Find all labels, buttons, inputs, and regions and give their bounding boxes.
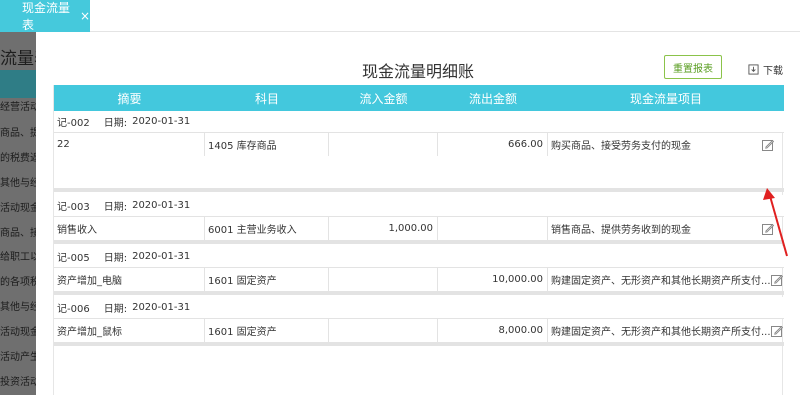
table-row: 资产增加_鼠标 1601 固定资产 8,000.00 购建固定资产、无形资产和其… (54, 318, 784, 342)
download-label: 下载 (763, 66, 783, 77)
edit-icon[interactable] (770, 325, 783, 337)
subject-cell: 1405 库存商品 (205, 133, 329, 156)
group-separator (54, 188, 784, 192)
column-header: 摘要 (117, 91, 142, 106)
cash-flow-detail-dialog: 现金流量明细账 重置报表 下载 摘要 科目 流入金额 流出金额 现金流量项目 记… (36, 32, 800, 395)
date-label: 日期: (103, 253, 128, 264)
background-item: 的各项税 (0, 277, 40, 288)
column-header: 流出金额 (468, 91, 517, 106)
summary-cell: 销售收入 (54, 217, 205, 240)
subject-cell: 1601 固定资产 (205, 319, 329, 342)
date-label: 日期: (103, 304, 128, 315)
background-item: 其他与经 (0, 302, 40, 313)
voucher-group-header: 记-002 日期: 2020-01-31 (54, 111, 784, 132)
group-separator (54, 240, 784, 244)
subject-cell: 6001 主营业务收入 (205, 217, 329, 240)
background-item: 经营活动 (0, 102, 40, 113)
tab-label: 现金流量表 (22, 1, 71, 32)
summary-cell: 资产增加_鼠标 (54, 319, 205, 342)
background-item: 活动产生 (0, 352, 40, 363)
cash-flow-item-cell: 购买商品、接受劳务支付的现金 (548, 133, 784, 156)
annotation-arrow (763, 188, 788, 257)
summary-cell: 22 (54, 133, 205, 156)
close-icon[interactable]: × (80, 9, 90, 23)
background-item: 其他与经 (0, 178, 40, 189)
inflow-cell (329, 268, 438, 291)
background-item: 活动现金 (0, 203, 40, 214)
table-row: 资产增加_电脑 1601 固定资产 10,000.00 购建固定资产、无形资产和… (54, 267, 784, 291)
tab-bar: 现金流量表 × (0, 0, 800, 32)
column-header: 流入金额 (359, 91, 408, 106)
cash-flow-item-cell: 购建固定资产、无形资产和其他长期资产所支付... (548, 319, 784, 342)
outflow-cell: 8,000.00 (438, 319, 548, 342)
download-button[interactable]: 下载 (748, 62, 783, 77)
voucher-group-header: 记-006 日期: 2020-01-31 (54, 297, 784, 318)
cash-flow-item-cell: 销售商品、提供劳务收到的现金 (548, 217, 784, 240)
background-item: 商品、接 (0, 228, 40, 239)
voucher-number: 记-002 (57, 118, 90, 129)
download-icon (748, 64, 759, 75)
cash-flow-item-text: 购建固定资产、无形资产和其他长期资产所支付... (551, 327, 771, 338)
voucher-date: 2020-01-31 (132, 302, 191, 313)
date-label: 日期: (103, 118, 128, 129)
group-separator (54, 342, 784, 346)
inflow-cell (329, 319, 438, 342)
voucher-date: 2020-01-31 (132, 200, 191, 211)
outflow-cell: 10,000.00 (438, 268, 548, 291)
background-accent-bar (0, 70, 36, 98)
table-header: 摘要 科目 流入金额 流出金额 现金流量项目 (54, 85, 784, 111)
summary-cell: 资产增加_电脑 (54, 268, 205, 291)
voucher-number: 记-003 (57, 202, 90, 213)
cash-flow-item-text: 购买商品、接受劳务支付的现金 (551, 141, 691, 152)
cash-flow-item-text: 销售商品、提供劳务收到的现金 (551, 225, 691, 236)
group-separator (54, 291, 784, 295)
date-label: 日期: (103, 202, 128, 213)
voucher-number: 记-005 (57, 253, 90, 264)
detail-table: 摘要 科目 流入金额 流出金额 现金流量项目 记-002 日期: 2020-01… (53, 85, 784, 395)
background-item: 活动现金 (0, 327, 40, 338)
voucher-number: 记-006 (57, 304, 90, 315)
tab-cash-flow[interactable]: 现金流量表 × (0, 0, 90, 32)
column-header: 科目 (254, 91, 279, 106)
voucher-group-header: 记-005 日期: 2020-01-31 (54, 246, 784, 267)
background-item: 投资活动 (0, 377, 40, 388)
outflow-cell: 666.00 (438, 133, 548, 156)
background-item: 的税费返 (0, 153, 40, 164)
voucher-date: 2020-01-31 (132, 116, 191, 127)
column-header: 现金流量项目 (629, 91, 702, 106)
voucher-group-header: 记-003 日期: 2020-01-31 (54, 195, 784, 216)
table-row: 22 1405 库存商品 666.00 购买商品、接受劳务支付的现金 (54, 132, 784, 156)
background-item: 给职工以 (0, 252, 40, 263)
inflow-cell: 1,000.00 (329, 217, 438, 240)
subject-cell: 1601 固定资产 (205, 268, 329, 291)
background-item: 商品、提 (0, 128, 40, 139)
edit-icon[interactable] (770, 274, 783, 286)
reset-report-button[interactable]: 重置报表 (664, 55, 722, 79)
table-row: 销售收入 6001 主营业务收入 1,000.00 销售商品、提供劳务收到的现金 (54, 216, 784, 240)
voucher-date: 2020-01-31 (132, 251, 191, 262)
edit-icon[interactable] (762, 139, 774, 151)
outflow-cell (438, 217, 548, 240)
cash-flow-item-text: 购建固定资产、无形资产和其他长期资产所支付... (551, 276, 771, 287)
cash-flow-item-cell: 购建固定资产、无形资产和其他长期资产所支付... (548, 268, 784, 291)
inflow-cell (329, 133, 438, 156)
